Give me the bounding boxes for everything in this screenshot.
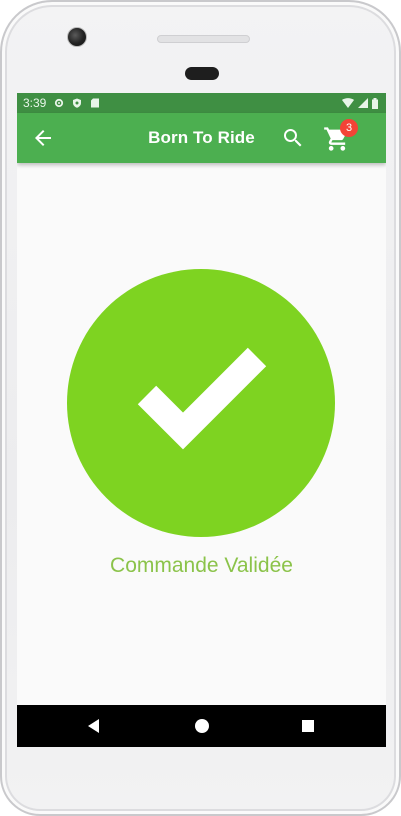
status-bar: 3:39 bbox=[17, 93, 386, 113]
search-icon[interactable] bbox=[281, 126, 305, 150]
wifi-icon bbox=[342, 98, 354, 108]
sd-card-icon bbox=[91, 98, 100, 108]
sensor-pill bbox=[185, 67, 219, 80]
app-bar: Born To Ride 3 bbox=[17, 113, 386, 163]
recents-square-icon[interactable] bbox=[298, 716, 318, 736]
success-circle bbox=[67, 269, 335, 537]
status-time: 3:39 bbox=[23, 96, 47, 110]
cart-count-badge: 3 bbox=[340, 119, 358, 137]
home-circle-icon[interactable] bbox=[192, 716, 212, 736]
order-confirmed-message: Commande Validée bbox=[110, 554, 293, 577]
screen: 3:39 Born To Ride 3 Commande Validée bbox=[17, 93, 386, 747]
confirmation-content: Commande Validée bbox=[17, 163, 386, 705]
signal-icon bbox=[358, 98, 368, 108]
back-triangle-icon[interactable] bbox=[84, 716, 104, 736]
system-nav-bar bbox=[17, 705, 386, 747]
check-icon bbox=[137, 347, 267, 450]
earpiece-speaker bbox=[157, 35, 250, 43]
front-camera bbox=[67, 27, 87, 47]
shield-icon bbox=[73, 98, 82, 108]
settings-icon bbox=[55, 98, 64, 108]
status-right-group bbox=[342, 97, 378, 109]
phone-frame: 3:39 Born To Ride 3 Commande Validée bbox=[0, 0, 401, 816]
battery-icon bbox=[372, 97, 378, 109]
